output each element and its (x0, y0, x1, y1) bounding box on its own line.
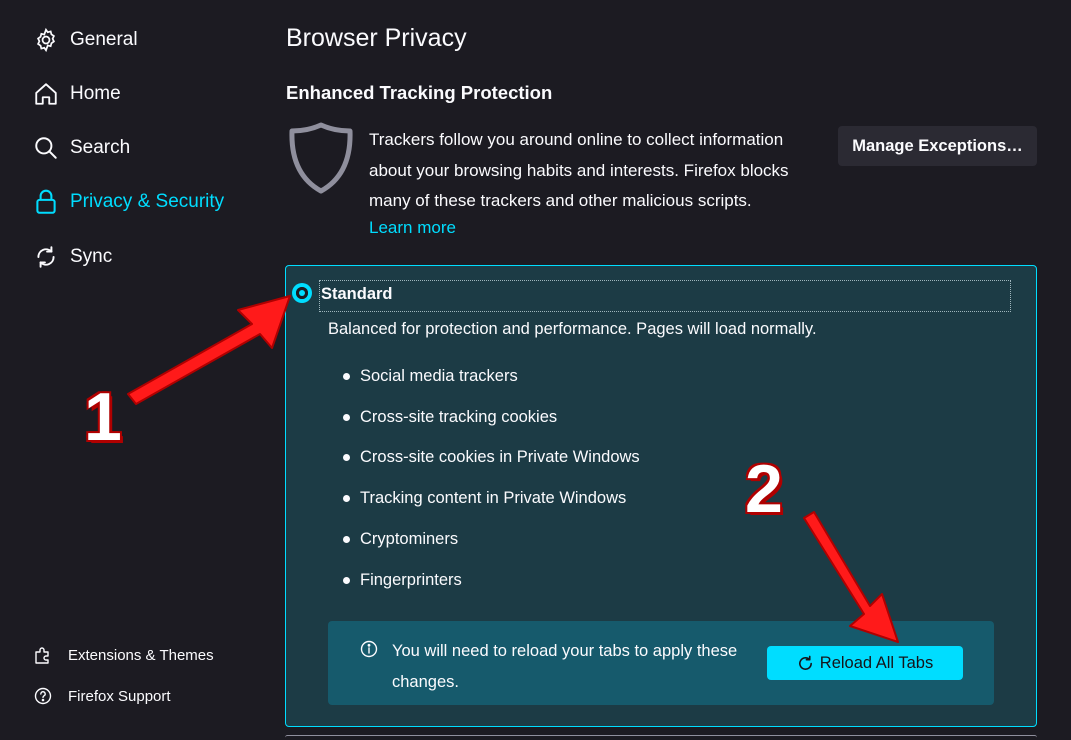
annotation-number-1: 1 (84, 379, 122, 455)
bullet-icon (343, 495, 350, 502)
learn-more-link[interactable]: Learn more (369, 218, 456, 238)
gear-icon (32, 26, 60, 54)
help-icon (34, 687, 52, 705)
extensions-themes-link[interactable]: Extensions & Themes (34, 646, 214, 664)
list-item: Cross-site tracking cookies (343, 408, 557, 427)
search-icon (32, 134, 60, 162)
section-title: Enhanced Tracking Protection (286, 82, 553, 103)
bullet-icon (343, 454, 350, 461)
reload-all-tabs-button[interactable]: Reload All Tabs (767, 646, 963, 680)
sidebar-item-search[interactable]: Search (32, 134, 130, 162)
next-option-card-edge (285, 735, 1037, 740)
sidebar-item-label: Search (70, 137, 131, 158)
reload-all-tabs-label: Reload All Tabs (819, 653, 934, 672)
sidebar-item-label: Sync (70, 246, 113, 267)
sidebar-item-home[interactable]: Home (32, 80, 121, 108)
firefox-support-label: Firefox Support (68, 687, 171, 705)
lock-icon (32, 188, 60, 216)
sidebar-item-label: Home (70, 83, 121, 104)
list-item: Cryptominers (343, 530, 458, 549)
bullet-icon (343, 577, 350, 584)
list-item-label: Cross-site tracking cookies (360, 408, 558, 426)
list-item-label: Cryptominers (360, 530, 459, 548)
puzzle-icon (34, 646, 52, 664)
sidebar-item-sync[interactable]: Sync (32, 243, 112, 271)
list-item-label: Tracking content in Private Windows (360, 489, 627, 507)
annotation-arrow-2 (803, 511, 899, 643)
radio-dot (299, 290, 305, 296)
list-item-label: Cross-site cookies in Private Windows (360, 448, 640, 466)
standard-label[interactable]: Standard (321, 285, 393, 304)
standard-description: Balanced for protection and performance.… (328, 320, 817, 338)
extensions-themes-label: Extensions & Themes (68, 646, 214, 664)
info-icon (360, 640, 378, 658)
page-title: Browser Privacy (286, 24, 467, 52)
list-item-label: Fingerprinters (360, 571, 462, 589)
list-item: Fingerprinters (343, 571, 462, 590)
reload-icon (797, 655, 814, 672)
bullet-icon (343, 414, 350, 421)
firefox-support-link[interactable]: Firefox Support (34, 687, 171, 705)
manage-exceptions-button[interactable]: Manage Exceptions… (838, 126, 1037, 166)
sync-icon (32, 243, 60, 271)
list-item: Cross-site cookies in Private Windows (343, 448, 640, 467)
annotation-arrow-1 (127, 295, 291, 405)
reload-notice-text: You will need to reload your tabs to app… (392, 642, 738, 691)
sidebar-item-privacy-security[interactable]: Privacy & Security (32, 188, 224, 216)
sidebar-item-label: Privacy & Security (70, 191, 225, 212)
list-item: Tracking content in Private Windows (343, 489, 626, 508)
focus-ring (319, 280, 1011, 312)
etp-description: Trackers follow you around online to col… (369, 130, 789, 210)
bullet-icon (343, 536, 350, 543)
bullet-icon (343, 373, 350, 380)
annotation-number-2: 2 (745, 451, 783, 527)
list-item-label: Social media trackers (360, 367, 518, 385)
shield-icon (286, 120, 356, 196)
list-item: Social media trackers (343, 367, 518, 386)
sidebar-item-general[interactable]: General (32, 26, 138, 54)
sidebar-item-label: General (70, 29, 138, 50)
home-icon (32, 80, 60, 108)
